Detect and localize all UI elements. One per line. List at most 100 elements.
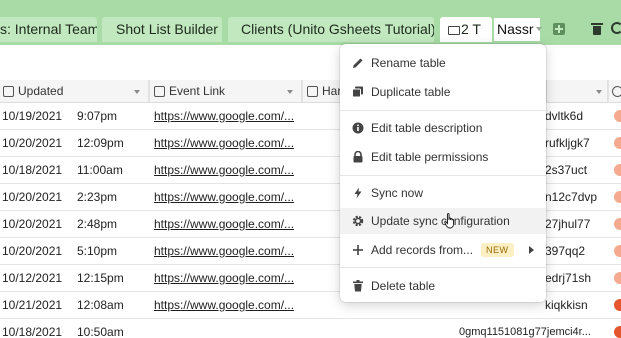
tab-label: 2 T (461, 21, 481, 37)
menu-item-update-sync-configuration[interactable]: Update sync configuration (340, 208, 546, 234)
table-context-menu: Rename table Duplicate table Edit table … (340, 44, 546, 302)
time-cell: 9:07pm (77, 109, 118, 123)
id-cell: rufkljgk7 (545, 136, 590, 150)
chevron-down-icon[interactable] (536, 27, 542, 31)
id-cell: 2s37uct (545, 163, 588, 177)
status-dot (614, 299, 621, 311)
menu-item-label: Duplicate table (371, 85, 451, 99)
trash-icon[interactable] (591, 23, 603, 35)
tab-internal-team[interactable]: s: Internal Team (0, 17, 97, 42)
id-cell: n12c7dvp (545, 190, 598, 204)
pencil-icon (353, 58, 363, 68)
table-row[interactable]: 10/18/2021 10:50am 0gmq1151081g77jemci4r… (0, 319, 621, 338)
status-dot (614, 164, 621, 176)
date-cell: 10/21/2021 (2, 298, 63, 312)
menu-item-rename-table[interactable]: Rename table (340, 50, 546, 76)
event-link[interactable]: https://www.google.com/... (154, 238, 294, 264)
menu-item-label: Edit table permissions (371, 150, 489, 164)
lock-icon (353, 151, 363, 163)
chevron-down-icon[interactable] (596, 90, 602, 94)
column-header-third[interactable]: Har (302, 80, 342, 103)
date-cell: 10/20/2021 (2, 136, 63, 150)
link-sync-icon (154, 86, 165, 97)
refresh-icon[interactable] (611, 22, 621, 34)
event-link[interactable]: https://www.google.com/... (154, 292, 294, 318)
column-label: Updated (18, 84, 64, 98)
date-cell: 10/20/2021 (2, 217, 63, 231)
add-table-icon[interactable] (553, 23, 565, 35)
tab-rename-input[interactable]: Nassr (494, 18, 540, 41)
menu-item-edit-permissions[interactable]: Edit table permissions (340, 144, 546, 170)
id-cell: edrj71sh (545, 271, 592, 285)
calendar-edit-icon (3, 86, 14, 97)
event-link[interactable]: https://www.google.com/... (154, 130, 294, 156)
time-cell: 12:08am (77, 298, 124, 312)
time-cell: 2:48pm (77, 217, 118, 231)
tab-clients[interactable]: Clients (Unito Gsheets Tutorial) (228, 17, 434, 42)
date-cell: 10/18/2021 (2, 163, 63, 177)
status-dot (614, 326, 621, 338)
menu-item-label: Sync now (371, 186, 424, 200)
gear-icon (352, 215, 364, 227)
id-cell: 27jhul77 (545, 217, 591, 231)
date-cell: 10/19/2021 (2, 109, 63, 123)
menu-item-duplicate-table[interactable]: Duplicate table (340, 79, 546, 105)
tab-label: Shot List Builder (116, 21, 218, 37)
date-cell: 10/12/2021 (2, 271, 63, 285)
status-dot (614, 245, 621, 257)
date-cell: 10/20/2021 (2, 190, 63, 204)
event-link[interactable]: https://www.google.com/... (154, 184, 294, 210)
menu-item-add-records-from[interactable]: Add records from... NEW (340, 237, 546, 263)
chevron-down-icon[interactable] (287, 90, 293, 94)
column-label: Event Link (169, 84, 226, 98)
status-dot (614, 137, 621, 149)
id-cell: dvltk6d (545, 109, 584, 123)
date-cell: 10/18/2021 (2, 325, 63, 338)
info-icon (352, 122, 364, 134)
sync-icon (307, 86, 318, 97)
menu-item-label: Edit table description (371, 121, 483, 135)
event-link[interactable]: https://www.google.com/... (154, 103, 294, 129)
column-header-updated[interactable]: Updated (0, 80, 149, 103)
date-cell: 10/20/2021 (2, 244, 63, 258)
column-header-id[interactable] (546, 80, 608, 103)
plus-icon (353, 245, 363, 255)
sync-table-icon (448, 26, 460, 35)
event-link[interactable]: https://www.google.com/... (154, 265, 294, 291)
time-cell: 12:09pm (77, 136, 124, 150)
time-cell: 5:10pm (77, 244, 118, 258)
menu-item-label: Rename table (371, 56, 446, 70)
time-cell: 11:00am (77, 163, 123, 177)
event-link[interactable]: https://www.google.com/... (154, 157, 294, 183)
duplicate-icon (352, 86, 363, 98)
menu-item-label: Update sync configuration (371, 214, 510, 228)
tab-active[interactable]: 2 T (440, 17, 492, 42)
hand-cursor-icon (444, 213, 454, 229)
menu-item-edit-description[interactable]: Edit table description (340, 115, 546, 141)
column-header-status[interactable] (608, 80, 621, 103)
menu-item-sync-now[interactable]: Sync now (340, 180, 546, 206)
chevron-right-icon (529, 246, 534, 254)
tab-label: s: Internal Team (0, 21, 97, 37)
id-cell: 397qq2 (545, 244, 586, 258)
chevron-down-icon[interactable] (134, 90, 140, 94)
new-badge: NEW (481, 243, 514, 257)
column-header-event-link[interactable]: Event Link (149, 80, 302, 103)
menu-item-label: Delete table (371, 279, 436, 293)
status-icon (612, 86, 621, 97)
menu-item-delete-table[interactable]: Delete table (340, 273, 546, 299)
column-label: Har (322, 84, 342, 98)
status-dot (614, 272, 621, 284)
trash-icon (353, 280, 363, 292)
table-tab-bar: s: Internal Team Shot List Builder Clien… (0, 0, 621, 45)
time-cell: 12:15pm (77, 271, 124, 285)
time-cell: 2:23pm (77, 190, 118, 204)
tab-shot-list-builder[interactable]: Shot List Builder (102, 17, 222, 42)
id-cell: kiqkkisn (545, 298, 588, 312)
status-dot (614, 191, 621, 203)
status-dot (614, 218, 621, 230)
menu-item-label: Add records from... (371, 243, 474, 257)
id-cell: 0gmq1151081g77jemci4r... (459, 326, 591, 338)
event-link[interactable]: https://www.google.com/... (154, 211, 294, 237)
status-dot (614, 110, 621, 122)
